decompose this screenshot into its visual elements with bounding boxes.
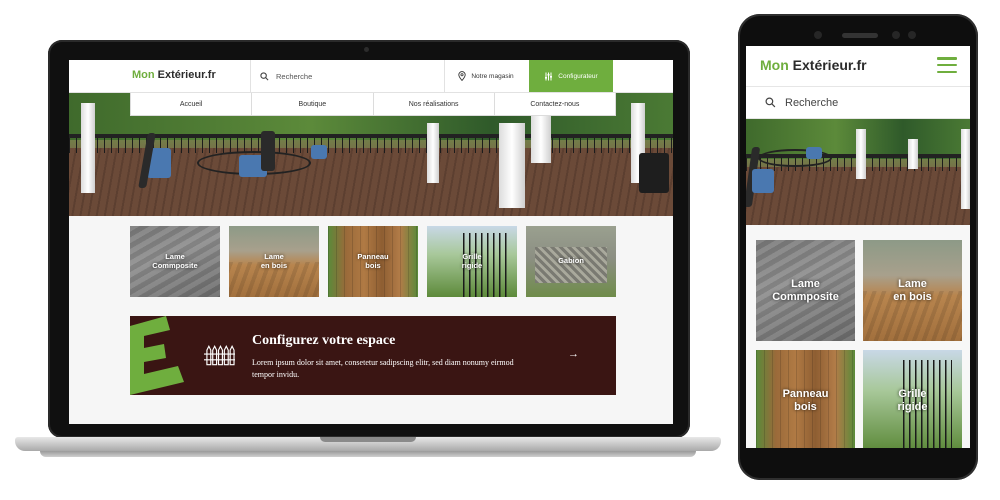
fence-icon <box>204 344 235 366</box>
category-tile-panneau-bois[interactable]: Panneau bois <box>328 226 418 297</box>
search-input[interactable] <box>274 70 428 82</box>
laptop-notch <box>320 437 416 442</box>
logo-exterieur: Extérieur.fr <box>154 69 216 81</box>
configurator-banner[interactable]: Configurez votre espace Lorem ipsum dolo… <box>130 316 616 395</box>
desktop-search-bar[interactable] <box>250 60 445 92</box>
category-tile-gabion[interactable]: Gabion <box>526 226 616 297</box>
store-link[interactable]: Notre magasin <box>443 60 529 92</box>
laptop-base <box>15 437 721 451</box>
category-tile-panneau-bois[interactable]: Panneau bois <box>756 350 855 448</box>
configurator-button[interactable]: Configurateur <box>529 60 613 92</box>
category-tile-lame-bois[interactable]: Lame en bois <box>229 226 319 297</box>
brand-e-shape <box>130 316 184 395</box>
logo-mon: Mon <box>760 57 789 73</box>
banner-title: Configurez votre espace <box>252 333 396 348</box>
sliders-icon <box>545 72 553 80</box>
location-pin-icon <box>458 71 467 81</box>
desktop-category-grid: Lame Commposite Lame en bois Panneau boi… <box>130 226 616 297</box>
search-icon <box>260 71 269 80</box>
laptop-camera <box>364 47 369 52</box>
category-tile-lame-composite[interactable]: Lame Commposite <box>756 240 855 341</box>
category-label: Panneau bois <box>782 387 829 413</box>
store-label: Notre magasin <box>471 72 514 80</box>
banner-text: Lorem ipsum dolor sit amet, consetetur s… <box>252 358 514 379</box>
category-tile-lame-bois[interactable]: Lame en bois <box>863 240 962 341</box>
logo-exterieur: Extérieur.fr <box>788 57 867 73</box>
nav-contact[interactable]: Contactez-nous <box>495 93 615 115</box>
category-label: Panneau bois <box>357 251 389 270</box>
site-logo[interactable]: Mon Extérieur.fr <box>760 57 867 73</box>
laptop-foot <box>40 451 696 457</box>
mobile-header: Mon Extérieur.fr <box>746 46 970 86</box>
category-label: Lame en bois <box>260 251 288 270</box>
mobile-category-grid: Lame Commposite Lame en bois Panneau boi… <box>756 240 962 448</box>
mobile-screen: Mon Extérieur.fr Lame Commposite Lame en… <box>746 46 970 448</box>
arrow-right-icon[interactable]: → <box>568 348 579 360</box>
category-label: Gabion <box>558 256 584 266</box>
desktop-nav: Accueil Boutique Nos réalisations Contac… <box>130 93 616 116</box>
category-label: Lame en bois <box>893 277 932 303</box>
desktop-header: Mon Extérieur.fr Notre magasin Configura… <box>69 60 673 93</box>
mobile-hero-image <box>746 119 970 225</box>
category-label: Grille rigide <box>897 387 928 413</box>
phone-speaker <box>842 33 878 38</box>
site-logo[interactable]: Mon Extérieur.fr <box>132 69 216 81</box>
phone-camera <box>814 31 822 39</box>
logo-mon: Mon <box>132 69 155 81</box>
phone-sensor <box>892 31 900 39</box>
nav-boutique[interactable]: Boutique <box>252 93 374 115</box>
search-icon <box>765 97 776 108</box>
hamburger-menu-icon[interactable] <box>937 57 957 73</box>
category-tile-lame-composite[interactable]: Lame Commposite <box>130 226 220 297</box>
category-label: Grille rigide <box>461 251 483 270</box>
mobile-search-bar[interactable] <box>746 86 970 119</box>
category-tile-grille-rigide[interactable]: Grille rigide <box>427 226 517 297</box>
category-label: Lame Commposite <box>152 251 198 270</box>
nav-realisations[interactable]: Nos réalisations <box>374 93 495 115</box>
search-input[interactable] <box>783 95 957 110</box>
desktop-screen: Mon Extérieur.fr Notre magasin Configura… <box>69 60 673 424</box>
category-tile-grille-rigide[interactable]: Grille rigide <box>863 350 962 448</box>
phone-sensor <box>908 31 916 39</box>
category-label: Lame Commposite <box>772 277 839 303</box>
nav-accueil[interactable]: Accueil <box>131 93 253 115</box>
configurator-label: Configurateur <box>558 72 598 80</box>
